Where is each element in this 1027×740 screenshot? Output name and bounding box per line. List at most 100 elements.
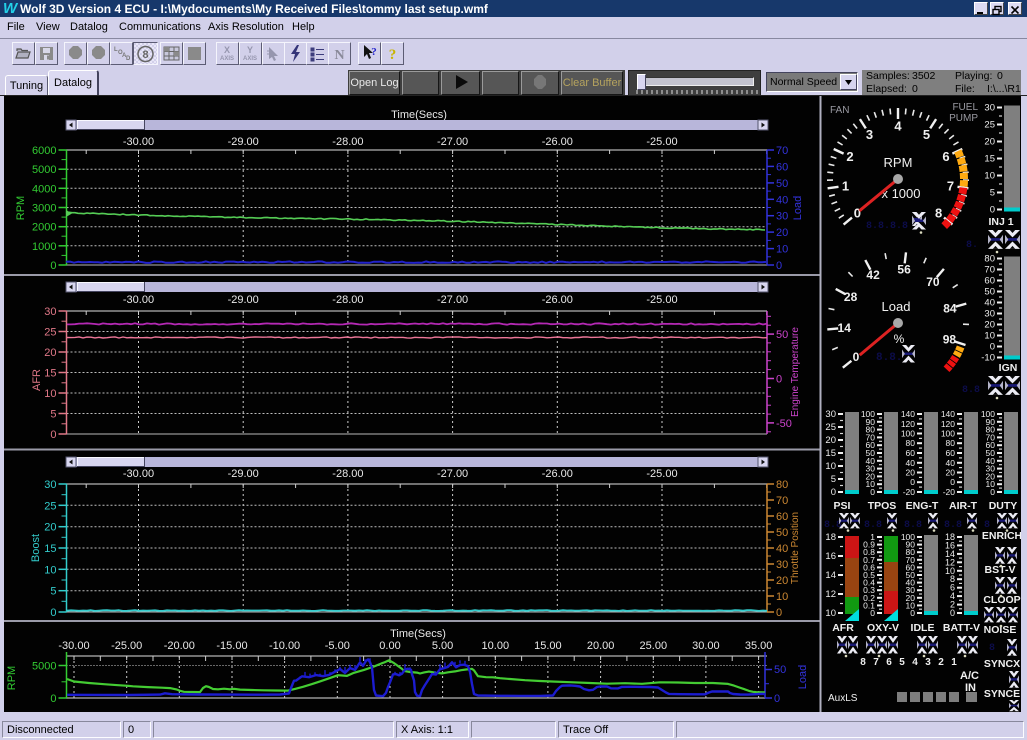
svg-text:BATT-V: BATT-V [943, 622, 980, 634]
svg-text:30: 30 [44, 479, 56, 491]
svg-text:8.: 8. [966, 240, 978, 251]
svg-text:-25.00: -25.00 [111, 640, 142, 652]
svg-text:14: 14 [825, 570, 836, 581]
svg-text:Time(Secs): Time(Secs) [391, 109, 447, 121]
svg-text:20.00: 20.00 [587, 640, 615, 652]
svg-text:-30.00: -30.00 [58, 640, 89, 652]
svg-text:0: 0 [950, 608, 955, 618]
svg-text:80: 80 [776, 479, 788, 491]
svg-text:0.00: 0.00 [379, 640, 400, 652]
svg-text:X: X [224, 45, 230, 55]
svg-text:-25.00: -25.00 [646, 136, 677, 148]
svg-text:1000: 1000 [32, 241, 56, 253]
svg-text:Load: Load [882, 299, 911, 314]
svg-text:-20: -20 [943, 487, 956, 497]
svg-text:2: 2 [938, 657, 944, 668]
svg-text:2: 2 [846, 149, 853, 164]
svg-text:0: 0 [50, 429, 56, 441]
svg-text:6: 6 [942, 149, 949, 164]
svg-text:35.00: 35.00 [745, 640, 773, 652]
svg-text:8: 8 [142, 49, 148, 61]
svg-text:120: 120 [941, 419, 955, 429]
svg-text:5: 5 [990, 188, 995, 199]
svg-text:20: 20 [984, 320, 995, 331]
svg-text:0: 0 [776, 260, 782, 272]
svg-text:60: 60 [776, 511, 788, 523]
svg-text:-30.00: -30.00 [123, 468, 154, 480]
svg-text:2000: 2000 [32, 222, 56, 234]
svg-text:20: 20 [984, 137, 995, 148]
svg-text:20: 20 [44, 522, 56, 534]
svg-text:7: 7 [873, 657, 879, 668]
svg-text:7: 7 [947, 178, 954, 193]
svg-text:0: 0 [950, 477, 955, 487]
svg-text:0: 0 [870, 487, 875, 497]
svg-text:10: 10 [825, 608, 836, 619]
svg-text:42: 42 [866, 268, 880, 282]
svg-text:40: 40 [776, 543, 788, 555]
svg-text:RPM: RPM [6, 666, 18, 690]
svg-text:0: 0 [990, 342, 995, 353]
svg-text:-5.00: -5.00 [325, 640, 350, 652]
svg-text:AFR: AFR [832, 622, 854, 634]
svg-text:DUTY: DUTY [989, 500, 1018, 512]
svg-text:0: 0 [990, 205, 995, 216]
svg-text:8: 8 [860, 657, 866, 668]
svg-text:56: 56 [897, 262, 911, 276]
svg-text:5000: 5000 [32, 661, 56, 673]
svg-text:30: 30 [44, 306, 56, 318]
svg-text:-50: -50 [776, 418, 792, 430]
svg-text:20: 20 [946, 468, 956, 478]
svg-text:5: 5 [899, 657, 905, 668]
svg-text:60: 60 [946, 448, 956, 458]
svg-text:0: 0 [776, 607, 782, 619]
svg-text:SYNCX: SYNCX [984, 658, 1020, 670]
svg-text:50: 50 [774, 664, 786, 676]
svg-text:140: 140 [901, 409, 915, 419]
svg-text:SYNCE: SYNCE [984, 688, 1020, 700]
svg-text:-20: -20 [903, 487, 916, 497]
svg-text:-28.00: -28.00 [332, 136, 363, 148]
svg-text:60: 60 [906, 448, 916, 458]
svg-text:RPM: RPM [884, 155, 913, 170]
svg-text:8.8: 8.8 [944, 520, 962, 531]
svg-text:18: 18 [825, 532, 836, 543]
svg-text:10: 10 [776, 244, 788, 256]
svg-text:-25.00: -25.00 [646, 294, 677, 306]
svg-text:-10.00: -10.00 [269, 640, 300, 652]
svg-text:?: ? [389, 47, 397, 63]
svg-text:5: 5 [831, 474, 836, 485]
svg-text:A/C: A/C [960, 670, 979, 682]
svg-text:5: 5 [50, 586, 56, 598]
svg-text:20: 20 [825, 435, 836, 446]
svg-text:0: 0 [853, 350, 860, 364]
svg-text:Time(Secs): Time(Secs) [390, 628, 446, 640]
svg-text:-26.00: -26.00 [542, 136, 573, 148]
svg-text:5.00: 5.00 [432, 640, 453, 652]
svg-text:%: % [894, 332, 905, 346]
svg-text:120: 120 [901, 419, 915, 429]
svg-text:-20.00: -20.00 [164, 640, 195, 652]
svg-text:8.8: 8.8 [864, 520, 882, 531]
svg-text:25: 25 [44, 327, 56, 339]
svg-text:20: 20 [776, 575, 788, 587]
svg-text:84: 84 [943, 301, 957, 315]
svg-text:10: 10 [776, 591, 788, 603]
svg-text:PUMP: PUMP [949, 113, 978, 124]
svg-text:8: 8 [989, 643, 995, 654]
svg-text:30: 30 [984, 309, 995, 320]
svg-text:-29.00: -29.00 [228, 294, 259, 306]
svg-text:98: 98 [943, 333, 957, 347]
svg-text:10: 10 [44, 388, 56, 400]
svg-text:0: 0 [776, 374, 782, 386]
svg-text:50: 50 [776, 329, 788, 341]
svg-text:4: 4 [912, 657, 918, 668]
svg-text:0: 0 [990, 487, 995, 497]
svg-text:28: 28 [844, 290, 858, 304]
svg-text:70: 70 [926, 275, 940, 289]
svg-text:15: 15 [825, 448, 836, 459]
svg-text:Y: Y [247, 45, 253, 55]
svg-text:-15.00: -15.00 [216, 640, 247, 652]
svg-text:3: 3 [866, 127, 873, 142]
svg-text:14: 14 [838, 321, 852, 335]
